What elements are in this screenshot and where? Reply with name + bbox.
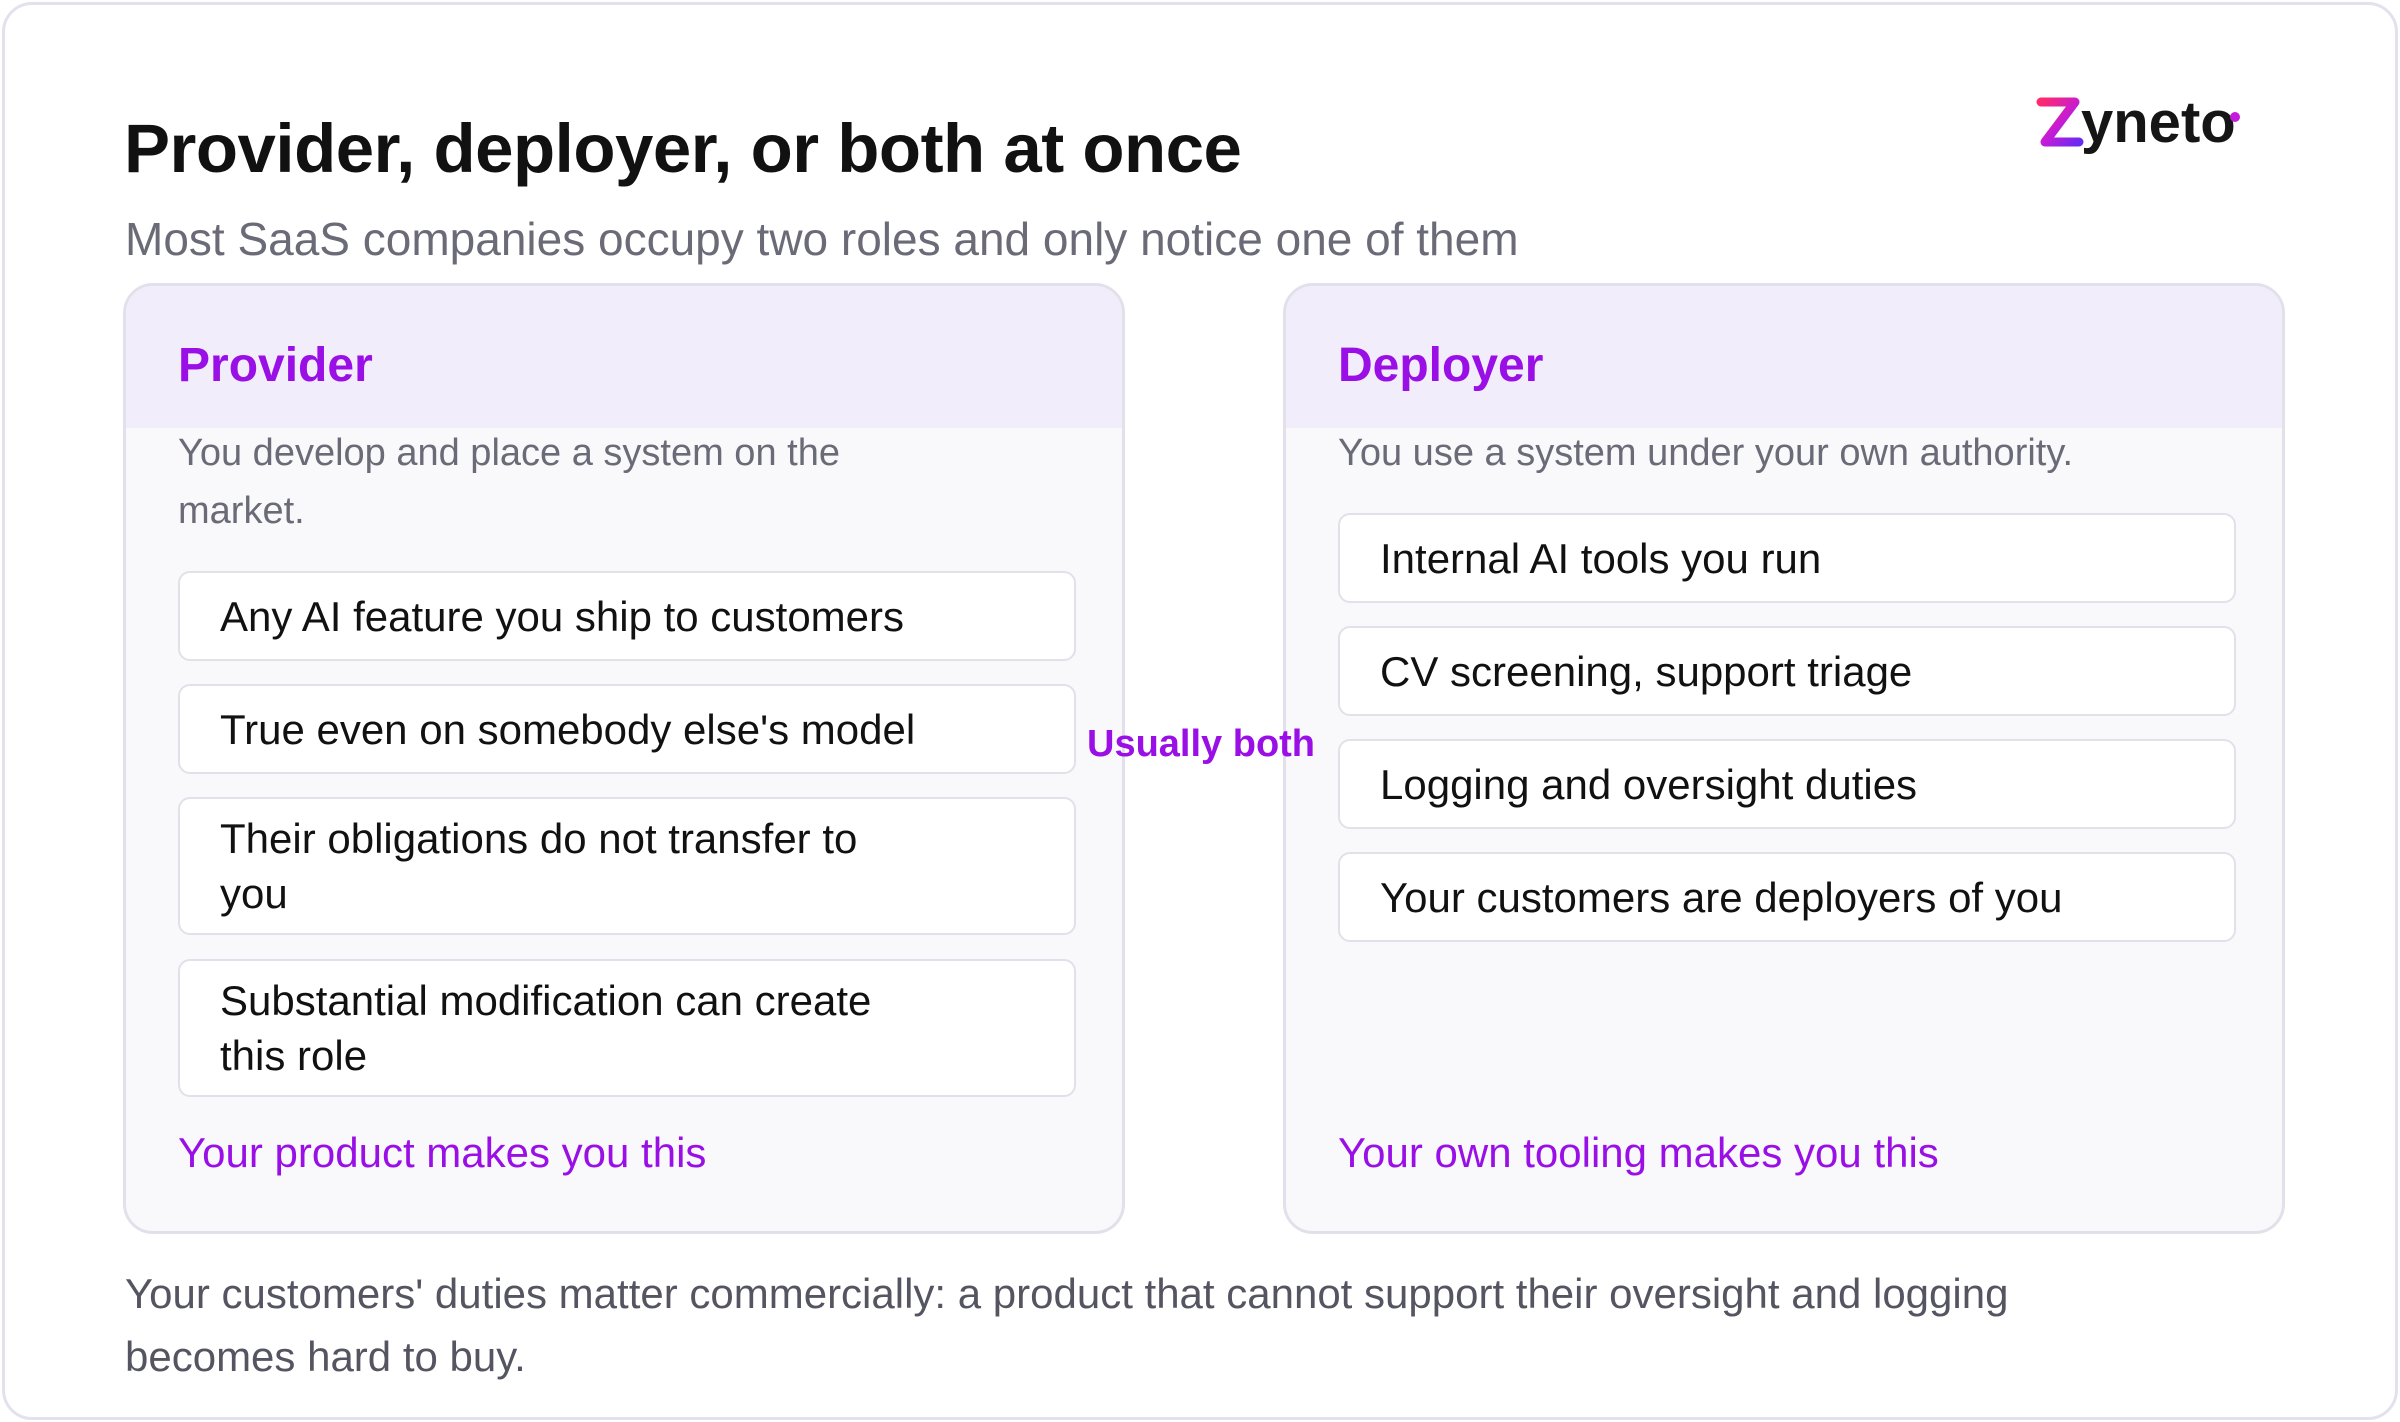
connector-label: Usually both (1087, 723, 1316, 765)
deployer-item: CV screening, support triage (1338, 626, 2236, 716)
provider-item: Any AI feature you ship to customers (178, 571, 1076, 661)
provider-item: Substantial modification can create this… (178, 959, 1076, 1097)
footnote: Your customers' duties matter commercial… (125, 1270, 2009, 1380)
provider-footer: Your product makes you this (178, 1129, 707, 1176)
deployer-title: Deployer (1338, 339, 1544, 392)
diagram-frame: Provider, deployer, or both at once Most… (2, 2, 2398, 1420)
deployer-item: Internal AI tools you run (1338, 513, 2236, 603)
svg-text:yneto: yneto (2081, 90, 2236, 155)
provider-card: Provider You develop and place a system … (123, 283, 1125, 1234)
provider-item: True even on somebody else's model (178, 684, 1076, 774)
provider-title: Provider (178, 339, 373, 392)
page-subtitle: Most SaaS companies occupy two roles and… (125, 213, 1519, 265)
deployer-item: Your customers are deployers of you (1338, 852, 2236, 942)
deployer-item: Logging and oversight duties (1338, 739, 2236, 829)
zyneto-logo: yneto (2036, 90, 2240, 155)
provider-description: You develop and place a system on the ma… (178, 432, 840, 532)
deployer-description: You use a system under your own authorit… (1338, 432, 2074, 474)
deployer-card: Deployer You use a system under your own… (1283, 283, 2285, 1234)
provider-item: Their obligations do not transfer to you (178, 797, 1076, 935)
deployer-footer: Your own tooling makes you this (1338, 1129, 1939, 1176)
page-title: Provider, deployer, or both at once (124, 110, 1242, 187)
